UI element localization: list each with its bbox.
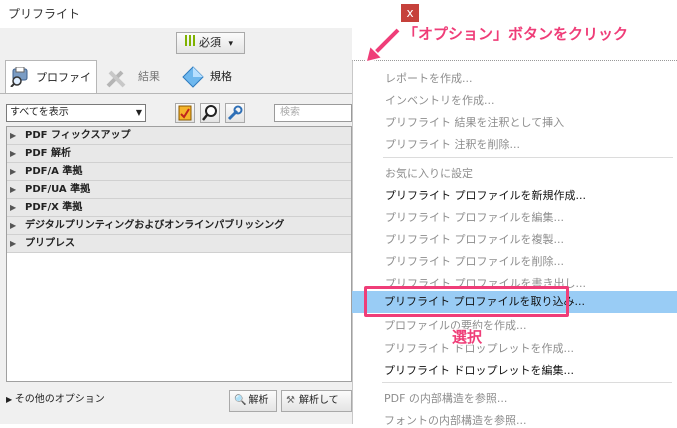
analyze-fix-label: 解析して xyxy=(298,395,339,406)
menu-item-edit-profile[interactable]: プリフライト プロファイルを編集... xyxy=(385,209,564,225)
menu-item-insert-results-as-comments[interactable]: プリフライト 結果を注釈として挿入 xyxy=(385,114,564,130)
required-label: 必須 xyxy=(199,36,221,49)
expand-arrow-icon: ▶ xyxy=(10,221,17,230)
tree-item[interactable]: ▶ プリプレス xyxy=(7,235,351,253)
filter-select[interactable]: すべてを表示 ▼ xyxy=(6,104,146,122)
expand-arrow-icon: ▶ xyxy=(10,203,17,212)
tree-item[interactable]: ▶ デジタルプリンティングおよびオンラインパブリッシング xyxy=(7,217,351,235)
tree-item[interactable]: ▶ PDF 解析 xyxy=(7,145,351,163)
printer-magnifier-icon xyxy=(10,66,32,100)
expand-arrow-icon: ▶ xyxy=(10,131,17,140)
menu-item-create-inventory[interactable]: インベントリを作成... xyxy=(385,92,495,108)
window-title: プリフライト xyxy=(8,7,81,21)
expand-arrow-icon: ▶ xyxy=(10,239,17,248)
expand-arrow-icon: ▶ xyxy=(10,185,17,194)
profile-tree: ▶ PDF フィックスアップ ▶ PDF 解析 ▶ PDF/A 準拠 ▶ PDF/UA … xyxy=(6,126,352,382)
more-options-label: その他のオプション xyxy=(14,394,105,405)
filter-select-value: すべてを表示 xyxy=(10,107,69,118)
options-callout-text: 「オプション」ボタンをクリック xyxy=(403,25,629,43)
analyze-button[interactable]: 🔍 解析 xyxy=(229,390,277,412)
analyze-fix-button[interactable]: ⚒ 解析して xyxy=(281,390,352,412)
tree-item-label: PDF/UA 準拠 xyxy=(25,184,91,195)
magnifier-icon xyxy=(202,105,217,121)
menu-item-set-favorite[interactable]: お気に入りに設定 xyxy=(385,165,473,181)
search-button[interactable] xyxy=(200,103,220,123)
tree-item-label: デジタルプリンティングおよびオンラインパブリッシング xyxy=(25,220,285,231)
wrench-icon xyxy=(106,68,128,101)
analyze-label: 解析 xyxy=(248,395,269,406)
expand-arrow-icon: ▶ xyxy=(6,395,15,404)
menu-separator xyxy=(383,157,673,158)
search-input[interactable]: 検索 xyxy=(274,104,352,122)
options-menu: レポートを作成... インベントリを作成... プリフライト 結果を注釈として挿… xyxy=(352,60,677,424)
tab-standards[interactable]: 規格 xyxy=(180,60,260,93)
flag-icon xyxy=(178,105,192,121)
pointer-arrow-icon xyxy=(362,27,402,67)
menu-item-new-profile[interactable]: プリフライト プロファイルを新規作成... xyxy=(385,187,586,203)
expand-arrow-icon: ▶ xyxy=(10,149,17,158)
chevron-down-icon: ▾ xyxy=(228,39,234,49)
wrench-button[interactable] xyxy=(225,103,245,123)
flag-filter-button[interactable] xyxy=(175,103,195,123)
menu-item-duplicate-profile[interactable]: プリフライト プロファイルを複製... xyxy=(385,231,564,247)
tree-item-label: PDF フィックスアップ xyxy=(25,130,131,141)
more-options-toggle[interactable]: ▶ その他のオプション xyxy=(6,390,105,405)
tree-item[interactable]: ▶ PDF/A 準拠 xyxy=(7,163,351,181)
tree-item[interactable]: ▶ PDF/UA 準拠 xyxy=(7,181,351,199)
tree-item-label: PDF 解析 xyxy=(25,148,71,159)
close-button[interactable]: x xyxy=(401,4,419,22)
menu-item-remove-comments[interactable]: プリフライト 注釈を削除... xyxy=(385,136,520,152)
tree-item-label: PDF/X 準拠 xyxy=(25,202,83,213)
wrench-icon: ⚒ xyxy=(286,395,295,406)
tree-item-label: プリプレス xyxy=(25,238,75,249)
menu-item-delete-profile[interactable]: プリフライト プロファイルを削除... xyxy=(385,253,564,269)
bars-icon xyxy=(185,33,195,53)
tab-profiles[interactable]: プロファイル xyxy=(5,60,97,117)
magnifier-icon: 🔍 xyxy=(234,395,247,406)
tab-standards-label: 規格 xyxy=(210,70,232,83)
select-callout-text: 選択 xyxy=(452,328,483,346)
menu-item-create-report[interactable]: レポートを作成... xyxy=(385,70,473,86)
wrench-icon xyxy=(227,105,243,121)
tree-item[interactable]: ▶ PDF/X 準拠 xyxy=(7,199,351,217)
expand-arrow-icon: ▶ xyxy=(10,167,17,176)
tab-results[interactable]: 結果 xyxy=(106,60,166,93)
required-button[interactable]: 必須 ▾ xyxy=(176,32,245,54)
diamond-icon xyxy=(182,66,204,101)
tree-item-label: PDF/A 準拠 xyxy=(25,166,83,177)
tree-item[interactable]: ▶ PDF フィックスアップ xyxy=(7,127,351,145)
chevron-down-icon: ▼ xyxy=(135,108,142,117)
highlight-callout-box xyxy=(364,286,569,317)
tab-results-label: 結果 xyxy=(138,70,160,83)
